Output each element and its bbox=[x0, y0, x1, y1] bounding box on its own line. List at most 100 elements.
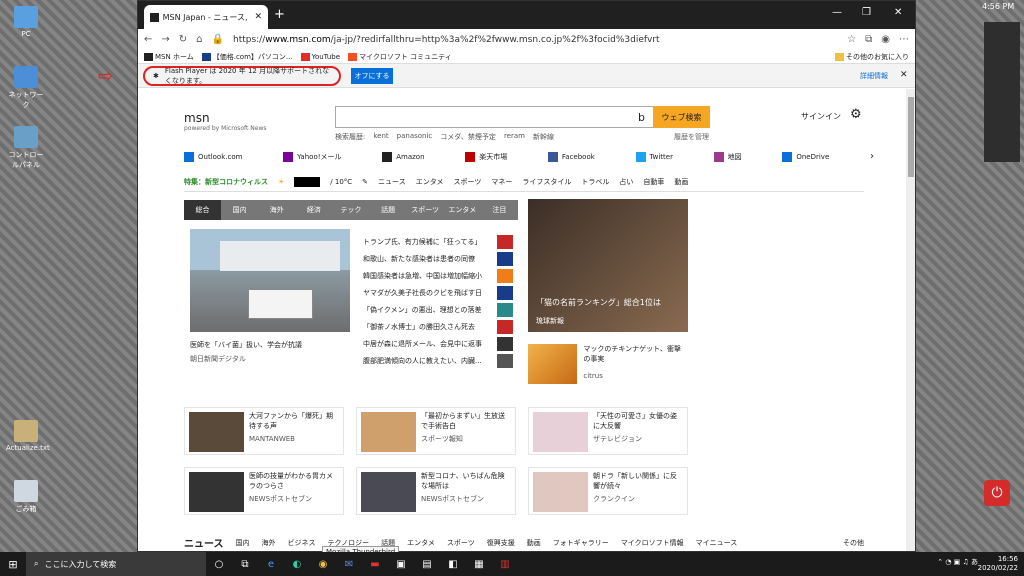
bookmark-kakaku[interactable]: 【価格.com】パソコン... bbox=[201, 52, 293, 62]
mini-card[interactable]: マックのチキンナゲット、衝撃の事実 citrus bbox=[528, 344, 688, 392]
tab-msn[interactable]: MSN Japan - ニュース, 天気, メール ✕ bbox=[144, 5, 268, 29]
bookmark-youtube[interactable]: YouTube bbox=[300, 52, 340, 61]
quick-link-yahoo[interactable]: Yahoo!メール bbox=[283, 151, 342, 162]
history-item[interactable]: reram bbox=[504, 132, 525, 142]
news-card[interactable]: 新型コロナ、いちばん危険な場所は NEWSポストセブン bbox=[356, 467, 516, 515]
ie-icon[interactable]: e bbox=[258, 559, 284, 570]
gear-icon[interactable]: ⚙ bbox=[850, 107, 862, 122]
close-window-icon[interactable]: ✕ bbox=[894, 7, 902, 18]
strip-item[interactable]: エンタメ bbox=[416, 177, 444, 187]
bottom-nav-item[interactable]: エンタメ bbox=[407, 538, 435, 548]
quick-link-rakuten[interactable]: 楽天市場 bbox=[465, 151, 507, 162]
recycle-bin-icon[interactable]: ごみ箱 bbox=[6, 480, 46, 514]
strip-item[interactable]: ニュース bbox=[378, 177, 406, 187]
favorite-star-icon[interactable]: ☆ bbox=[847, 34, 856, 45]
news-card[interactable]: 医師の技量がわかる胃カメラのつらさ NEWSポストセブン bbox=[184, 467, 344, 515]
cortana-icon[interactable]: ○ bbox=[206, 559, 232, 570]
bottom-nav-item[interactable]: 復興支援 bbox=[487, 538, 515, 548]
hero-title[interactable]: 医師を「バイ菌」扱い、学会が抗議 bbox=[190, 340, 302, 350]
news-card[interactable]: 大河ファンから「爆死」期待する声 MANTANWEB bbox=[184, 407, 344, 455]
quick-link-outlook[interactable]: Outlook.com bbox=[184, 151, 242, 162]
url-field[interactable]: https://www.msn.com/ja-jp/?redirfallthru… bbox=[233, 35, 838, 45]
hero-image[interactable] bbox=[190, 229, 350, 332]
store-icon[interactable]: ▣ bbox=[388, 559, 414, 570]
refresh-icon[interactable]: ↻ bbox=[179, 34, 187, 45]
bottom-nav-item[interactable]: マイニュース bbox=[696, 538, 738, 548]
bottom-nav-item[interactable]: 動画 bbox=[527, 538, 541, 548]
app-icon[interactable]: ▤ bbox=[414, 559, 440, 570]
list-item[interactable]: ヤマダが久美子社長のクビを飛ばす日 bbox=[363, 284, 513, 301]
tab-category[interactable]: スポーツ bbox=[407, 200, 444, 220]
list-item[interactable]: トランプ氏、有力候補に「狂ってる」 bbox=[363, 233, 513, 250]
maximize-icon[interactable]: ❐ bbox=[862, 7, 871, 18]
tab-category[interactable]: 話題 bbox=[370, 200, 407, 220]
bottom-nav-item[interactable]: ビジネス bbox=[288, 538, 316, 548]
msn-logo[interactable]: msn powered by Microsoft News bbox=[184, 111, 267, 132]
signin-link[interactable]: サインイン bbox=[801, 111, 841, 122]
list-item[interactable]: 「偽イクメン」の悪出、理想との落差 bbox=[363, 301, 513, 318]
chevron-right-icon[interactable]: › bbox=[870, 151, 874, 162]
quick-link-onedrive[interactable]: OneDrive bbox=[782, 151, 829, 162]
special-feature-link[interactable]: 特集：新型コロナウィルス bbox=[184, 177, 268, 187]
tab-category[interactable]: エンタメ bbox=[444, 200, 481, 220]
tab-category[interactable]: 経済 bbox=[295, 200, 332, 220]
new-tab-icon[interactable]: + bbox=[274, 7, 285, 22]
desktop-file-icon[interactable]: Actualize.txt bbox=[6, 420, 50, 452]
tab-category[interactable]: 注目 bbox=[481, 200, 518, 220]
close-notice-icon[interactable]: ✕ bbox=[900, 70, 908, 80]
strip-item[interactable]: トラベル bbox=[581, 177, 609, 187]
chrome-icon[interactable]: ◉ bbox=[310, 559, 336, 570]
news-card[interactable]: 朝ドラ「新しい関係」に反響が続々 クランクイン bbox=[528, 467, 688, 515]
desktop-control-panel-icon[interactable]: コントロールパネル bbox=[6, 126, 46, 170]
turn-off-button[interactable]: オフにする bbox=[351, 68, 393, 84]
menu-icon[interactable]: ⋯ bbox=[899, 34, 909, 45]
edge-icon[interactable]: ◐ bbox=[284, 559, 310, 570]
list-item[interactable]: 和歌山、新たな感染者は患者の同僚 bbox=[363, 250, 513, 267]
close-tab-icon[interactable]: ✕ bbox=[254, 12, 262, 22]
tab-category[interactable]: テック bbox=[332, 200, 369, 220]
bottom-nav-item[interactable]: マイクロソフト情報 bbox=[621, 538, 684, 548]
manage-history-link[interactable]: 履歴を管理 bbox=[674, 132, 709, 142]
app-icon[interactable]: ▬ bbox=[362, 559, 388, 570]
list-item[interactable]: 韓国感染者は急増、中国は増加幅縮小 bbox=[363, 267, 513, 284]
strip-item[interactable]: 占い bbox=[619, 177, 633, 187]
back-icon[interactable]: ← bbox=[144, 34, 152, 45]
taskbar-clock[interactable]: 16:56 2020/02/22 bbox=[978, 555, 1018, 573]
strip-item[interactable]: ライフスタイル bbox=[522, 177, 571, 187]
history-item[interactable]: panasonic bbox=[397, 132, 433, 142]
list-item[interactable]: 中居が森に退所メール、会見中に返事 bbox=[363, 335, 513, 352]
strip-item[interactable]: 動画 bbox=[674, 177, 688, 187]
quick-link-amazon[interactable]: Amazon bbox=[382, 151, 425, 162]
minimize-icon[interactable]: — bbox=[832, 7, 842, 18]
power-icon[interactable]: ⏻ bbox=[984, 480, 1010, 506]
edit-icon[interactable]: ✎ bbox=[362, 178, 368, 186]
profile-icon[interactable]: ◉ bbox=[881, 34, 890, 45]
quick-link-facebook[interactable]: Facebook bbox=[547, 151, 595, 162]
list-item[interactable]: 腹部肥満傾向の人に教えたい、内臓... bbox=[363, 352, 513, 369]
strip-item[interactable]: 自動車 bbox=[643, 177, 664, 187]
history-item[interactable]: コメダ、禁煙予定 bbox=[440, 132, 496, 142]
history-item[interactable]: 新幹線 bbox=[533, 132, 554, 142]
forward-icon[interactable]: → bbox=[161, 34, 169, 45]
strip-item[interactable]: スポーツ bbox=[454, 177, 482, 187]
windows-start-icon[interactable]: ⊞ bbox=[0, 558, 26, 571]
desktop-pc-icon[interactable]: PC bbox=[6, 6, 46, 38]
home-icon[interactable]: ⌂ bbox=[196, 34, 202, 45]
news-card[interactable]: 「最初からまずい」生放送で手術告白 スポーツ報知 bbox=[356, 407, 516, 455]
taskbar-search-input[interactable]: ⌕ ここに入力して検索 bbox=[26, 552, 206, 576]
bottom-nav-item[interactable]: フォトギャラリー bbox=[553, 538, 609, 548]
news-card[interactable]: 「天性の可愛さ」女優の姿に大反響 ザテレビジョン bbox=[528, 407, 688, 455]
bookmark-ms-community[interactable]: マイクロソフト コミュニティ bbox=[348, 52, 452, 62]
tab-category[interactable]: 海外 bbox=[258, 200, 295, 220]
history-item[interactable]: kent bbox=[373, 132, 388, 142]
quick-link-map[interactable]: 地図 bbox=[713, 151, 742, 162]
thunderbird-icon[interactable]: ✉ bbox=[336, 559, 362, 570]
app-icon[interactable]: ◧ bbox=[440, 559, 466, 570]
tab-category[interactable]: 国内 bbox=[221, 200, 258, 220]
task-view-icon[interactable]: ⧉ bbox=[232, 559, 258, 570]
scrollbar[interactable] bbox=[906, 89, 915, 551]
bottom-nav-title[interactable]: ニュース bbox=[184, 535, 224, 550]
app-icon[interactable]: ▥ bbox=[492, 559, 518, 570]
quick-link-twitter[interactable]: Twitter bbox=[635, 151, 673, 162]
tab-category[interactable]: 総合 bbox=[184, 200, 222, 220]
